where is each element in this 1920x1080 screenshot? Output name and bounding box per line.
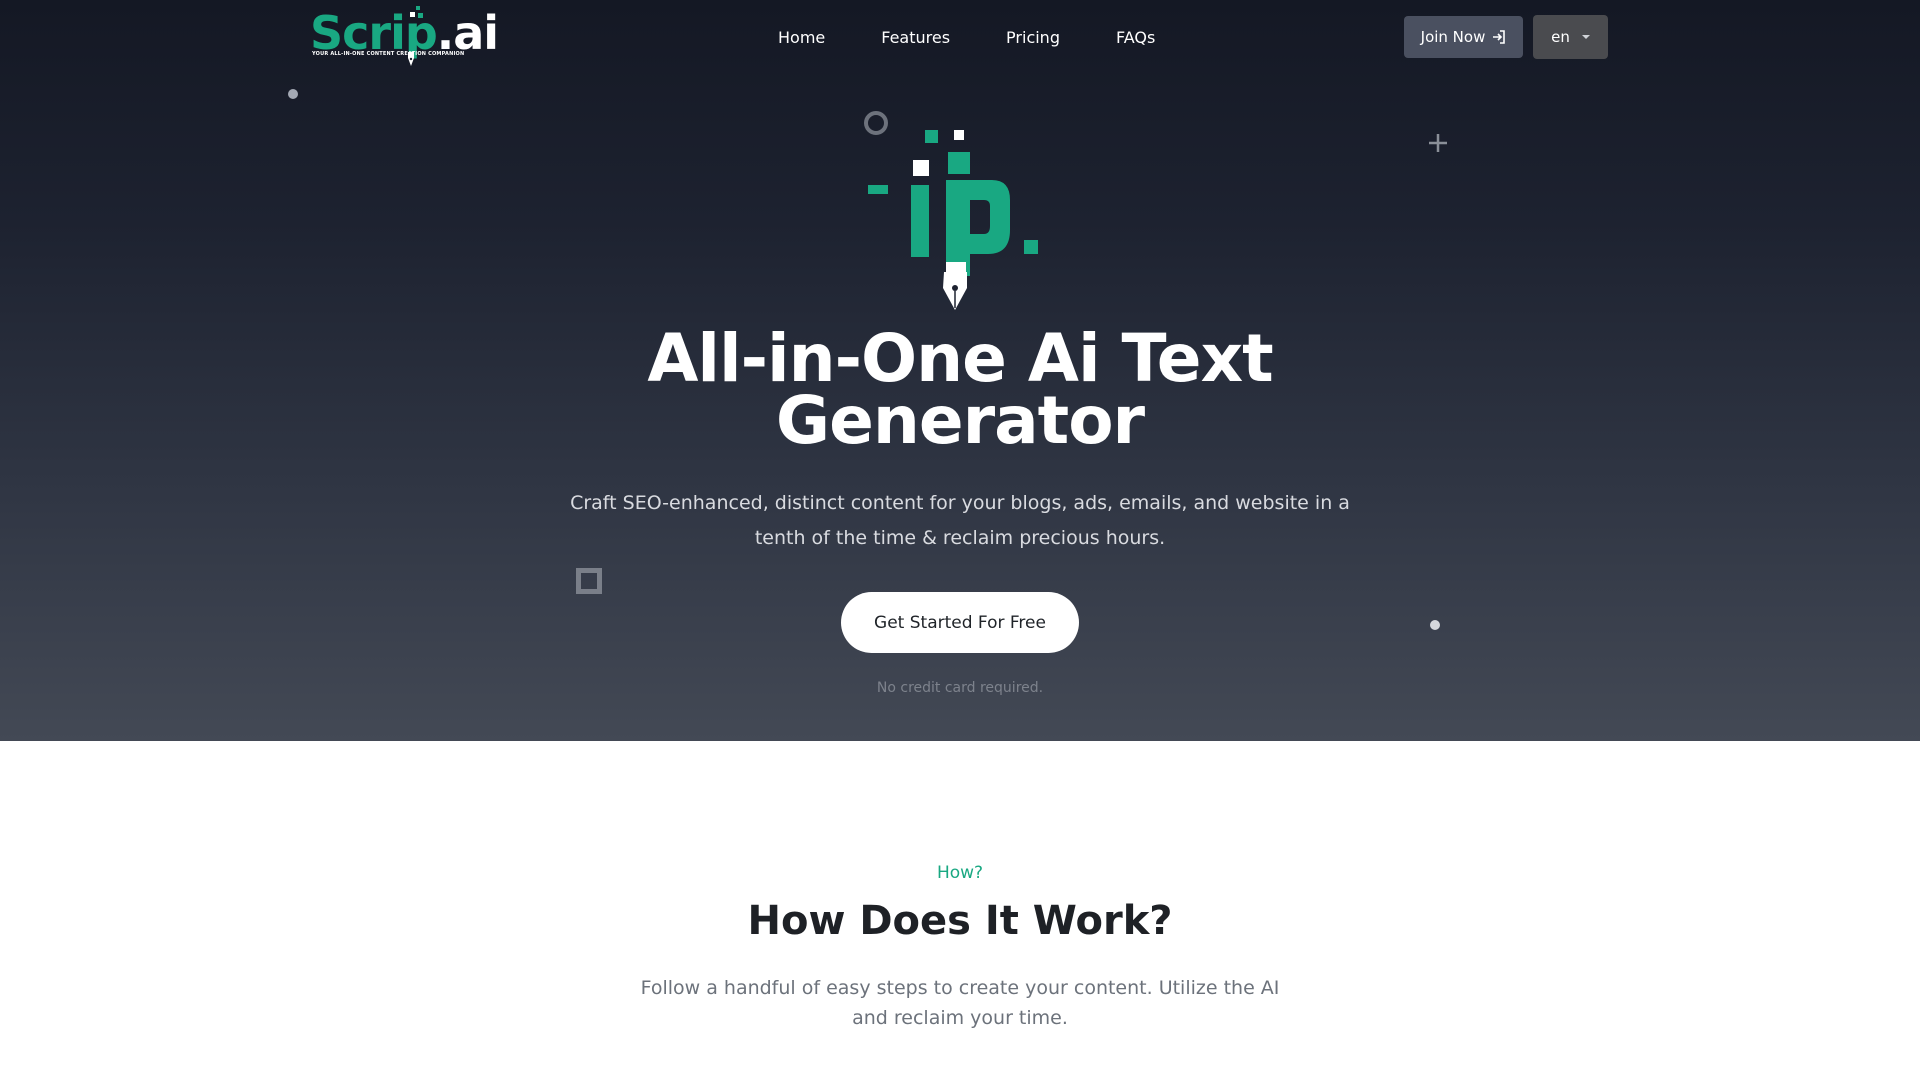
brand-logo[interactable]: Scrip.ai YOUR ALL-IN-ONE CONTENT CREATIO…	[310, 6, 499, 68]
pen-nib-icon	[408, 52, 414, 66]
navbar: Scrip.ai YOUR ALL-IN-ONE CONTENT CREATIO…	[0, 0, 1920, 74]
nav-links: Home Features Pricing FAQs	[750, 24, 1183, 51]
join-now-label: Join Now	[1420, 28, 1486, 46]
nav-faqs[interactable]: FAQs	[1088, 24, 1183, 51]
hero-section: Scrip.ai YOUR ALL-IN-ONE CONTENT CREATIO…	[0, 0, 1920, 741]
scrip-logo-mark-icon	[868, 130, 1038, 310]
sign-in-icon	[1493, 30, 1506, 44]
no-credit-card-note: No credit card required.	[876, 680, 1044, 696]
how-subtitle: Follow a handful of easy steps to create…	[640, 977, 1280, 1029]
chevron-down-icon	[1581, 35, 1590, 39]
plus-icon	[1429, 134, 1447, 152]
hero-title: All-in-One Ai Text Generator	[647, 320, 1273, 459]
language-label: en	[1551, 28, 1570, 46]
nav-home[interactable]: Home	[750, 24, 853, 51]
nav-features[interactable]: Features	[853, 24, 978, 51]
decor-dot	[1430, 620, 1440, 630]
hero-subtitle: Craft SEO-enhanced, distinct content for…	[570, 492, 1350, 549]
how-title: How Does It Work?	[747, 898, 1173, 944]
how-eyebrow: How?	[936, 863, 984, 883]
join-now-button[interactable]: Join Now	[1404, 16, 1523, 58]
brand-wordmark: Scrip.ai	[310, 10, 499, 56]
decor-square	[576, 568, 602, 594]
get-started-button[interactable]: Get Started For Free	[841, 592, 1079, 653]
nav-pricing[interactable]: Pricing	[978, 24, 1088, 51]
language-dropdown[interactable]: en	[1533, 15, 1608, 59]
decor-dot	[288, 89, 298, 99]
brand-tagline: YOUR ALL-IN-ONE CONTENT CREATION COMPANI…	[312, 51, 465, 57]
